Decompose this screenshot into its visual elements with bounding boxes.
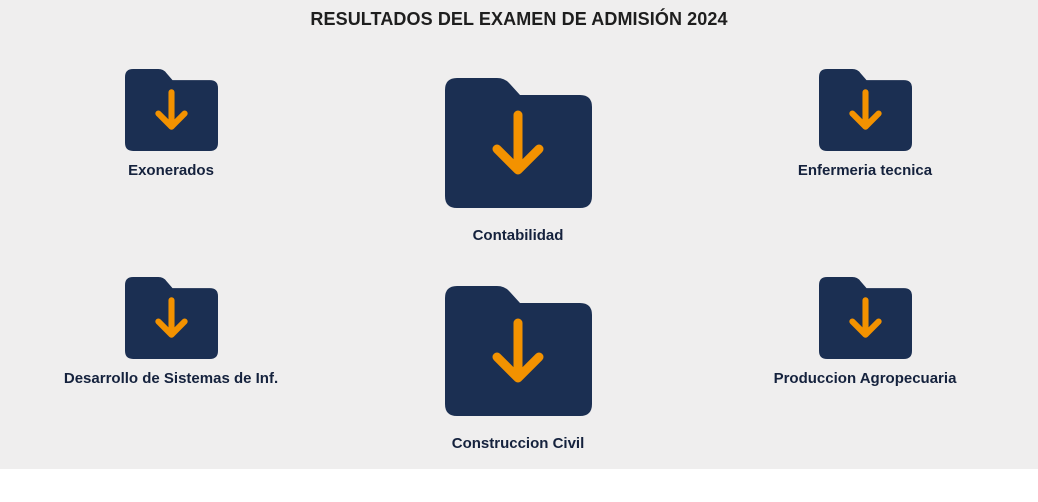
folder-download-icon: [125, 69, 218, 151]
tile-label: Desarrollo de Sistemas de Inf.: [63, 370, 279, 387]
folder-download-icon: [445, 78, 592, 208]
tile-label: Exonerados: [128, 162, 214, 179]
download-tile-exonerados[interactable]: Exonerados: [41, 69, 301, 189]
download-tile-contabilidad[interactable]: Contabilidad: [368, 78, 668, 258]
tile-label: Enfermeria tecnica: [797, 162, 933, 179]
download-tile-construccion-civil[interactable]: Construccion Civil: [368, 286, 668, 466]
tile-label: Contabilidad: [472, 227, 564, 244]
folder-download-icon: [125, 277, 218, 359]
download-tile-produccion-agropecuaria[interactable]: Produccion Agropecuaria: [735, 277, 995, 397]
download-tile-desarrollo-de-sistemas[interactable]: Desarrollo de Sistemas de Inf.: [41, 277, 301, 397]
folder-download-icon: [819, 69, 912, 151]
page-title: RESULTADOS DEL EXAMEN DE ADMISIÓN 2024: [310, 9, 728, 29]
folder-download-icon: [819, 277, 912, 359]
tile-label: Construccion Civil: [451, 435, 585, 452]
folder-download-icon: [445, 286, 592, 416]
results-panel: RESULTADOS DEL EXAMEN DE ADMISIÓN 2024 E…: [0, 0, 1038, 469]
download-tile-enfermeria-tecnica[interactable]: Enfermeria tecnica: [735, 69, 995, 189]
tile-label: Produccion Agropecuaria: [773, 370, 957, 387]
